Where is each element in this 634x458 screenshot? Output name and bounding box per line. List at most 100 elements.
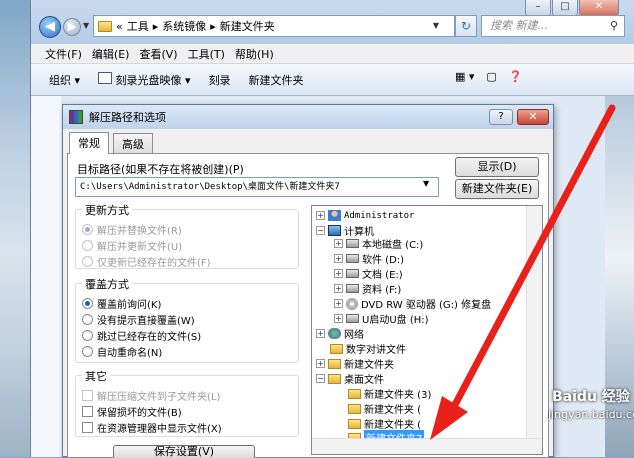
- menu-file[interactable]: 文件(F): [45, 46, 82, 62]
- radio-icon[interactable]: [82, 240, 93, 251]
- disc-icon: [98, 71, 113, 84]
- option-auto-rename[interactable]: 自动重命名(N): [82, 344, 162, 359]
- tree-node-desktop-files[interactable]: − 桌面文件: [316, 371, 384, 386]
- help-button[interactable]: ?: [489, 109, 513, 125]
- address-bar[interactable]: « 工具 ▸ 系统镜像 ▸ 新建文件夹: [93, 15, 455, 37]
- tree-node-drive-f[interactable]: + 资料 (F:): [334, 281, 401, 296]
- radio-icon[interactable]: [82, 256, 93, 267]
- drive-icon: [346, 284, 359, 293]
- search-placeholder: 搜索 新建...: [490, 19, 548, 32]
- expand-icon[interactable]: +: [334, 314, 343, 323]
- chevron-right-icon: ▸: [152, 19, 159, 33]
- refresh-button[interactable]: ↻: [455, 15, 477, 37]
- expand-icon[interactable]: +: [316, 211, 325, 220]
- target-path-label: 目标路径(如果不存在将被创建)(P): [77, 163, 244, 176]
- expand-icon[interactable]: +: [334, 239, 343, 248]
- drive-icon: [346, 239, 359, 248]
- expand-icon[interactable]: +: [334, 284, 343, 293]
- folder-icon: [348, 418, 361, 429]
- tree-node-network[interactable]: + 网络: [316, 326, 364, 341]
- target-path-input[interactable]: C:\Users\Administrator\Desktop\桌面文件\新建文件…: [75, 177, 439, 197]
- new-folder-button[interactable]: 新建文件夹: [249, 72, 304, 88]
- address-dropdown[interactable]: ▼: [427, 15, 445, 37]
- tab-general[interactable]: 常规: [69, 132, 109, 154]
- menu-help[interactable]: 帮助(H): [235, 46, 274, 62]
- tree-node-folder[interactable]: + 新建文件夹: [316, 356, 394, 371]
- breadcrumb-tools[interactable]: 工具: [127, 18, 149, 34]
- chevron-down-icon[interactable]: ▼: [423, 179, 429, 188]
- tree-node-folder[interactable]: 新建文件夹 (3): [348, 386, 431, 401]
- collapse-icon[interactable]: −: [316, 226, 325, 235]
- minimize-button[interactable]: –: [525, 0, 551, 16]
- option-extract-update[interactable]: 解压并更新文件(U): [82, 238, 182, 253]
- dvd-icon: [346, 297, 358, 310]
- vertical-scrollbar[interactable]: [526, 206, 542, 438]
- folder-icon: [348, 388, 361, 399]
- option-ask-before[interactable]: 覆盖前询问(K): [82, 296, 161, 311]
- other-options-group: 其它 解压压缩文件到子文件夹(L) 保留损坏的文件(B) 在资源管理器中显示文件…: [75, 368, 299, 437]
- organize-button[interactable]: 组织 ▾: [49, 72, 80, 88]
- folder-tree[interactable]: + Administrator − 计算机 + 本地磁盘 (C:) + 软件 (D:) …: [311, 205, 543, 455]
- tree-node-drive-h[interactable]: + U启动U盘 (H:): [334, 311, 429, 326]
- help-icon[interactable]: ❓: [509, 70, 523, 83]
- folder-icon: [348, 403, 361, 414]
- option-overwrite-silent[interactable]: 没有提示直接覆盖(W): [82, 312, 195, 327]
- radio-icon[interactable]: [82, 298, 93, 309]
- radio-icon[interactable]: [82, 330, 93, 341]
- folder-icon: [330, 343, 343, 354]
- tree-node-drive-d[interactable]: + 软件 (D:): [334, 251, 404, 266]
- menu-tools[interactable]: 工具(T): [188, 46, 225, 62]
- option-fresh-existing[interactable]: 仅更新已经存在的文件(F): [82, 254, 211, 269]
- expand-icon[interactable]: +: [334, 269, 343, 278]
- tree-node-drive-c[interactable]: + 本地磁盘 (C:): [334, 236, 423, 251]
- save-settings-button[interactable]: 保存设置(V): [113, 445, 255, 458]
- preview-pane-icon[interactable]: ▢: [486, 70, 496, 83]
- burn-button[interactable]: 刻录: [209, 72, 231, 88]
- radio-icon[interactable]: [82, 346, 93, 357]
- dialog-close-button[interactable]: ✕: [517, 109, 549, 125]
- checkbox-icon[interactable]: [82, 422, 93, 433]
- menu-edit[interactable]: 编辑(E): [92, 46, 130, 62]
- option-skip-existing[interactable]: 跳过已经存在的文件(S): [82, 328, 201, 343]
- maximize-button[interactable]: □: [552, 0, 578, 16]
- horizontal-scrollbar[interactable]: [312, 438, 542, 454]
- checkbox-icon[interactable]: [82, 390, 93, 401]
- tree-node-administrator[interactable]: + Administrator: [316, 210, 414, 221]
- expand-icon[interactable]: +: [334, 254, 343, 263]
- breadcrumb-system-image[interactable]: 系统镜像: [162, 18, 206, 34]
- forward-button[interactable]: ▶: [63, 18, 81, 36]
- tree-node-drive-g[interactable]: + DVD RW 驱动器 (G:) 修复盘: [334, 296, 491, 311]
- radio-icon[interactable]: [82, 224, 93, 235]
- recent-pages-dropdown[interactable]: ▼: [83, 21, 89, 30]
- burn-image-button[interactable]: 刻录光盘映像 ▾: [98, 71, 191, 88]
- search-icon[interactable]: ⚲: [610, 16, 618, 36]
- tree-node-folder[interactable]: 新建文件夹 (: [348, 416, 421, 431]
- extract-options-dialog: 解压路径和选项 ? ✕ 常规 高级 目标路径(如果不存在将被创建)(P) C:\…: [62, 104, 554, 458]
- expand-icon[interactable]: +: [316, 359, 325, 368]
- back-button[interactable]: ◀: [39, 16, 61, 38]
- tree-node-folder[interactable]: 新建文件夹 (: [348, 401, 421, 416]
- radio-icon[interactable]: [82, 314, 93, 325]
- checkbox-icon[interactable]: [82, 406, 93, 417]
- new-folder-button[interactable]: 新建文件夹(E): [455, 179, 539, 199]
- option-show-in-explorer[interactable]: 在资源管理器中显示文件(X): [82, 420, 222, 435]
- show-button[interactable]: 显示(D): [455, 157, 539, 177]
- tree-node-folder[interactable]: 数字对讲文件: [330, 341, 406, 356]
- views-icon[interactable]: ▦ ▾: [455, 70, 474, 83]
- group-title: 覆盖方式: [82, 276, 132, 292]
- option-keep-broken[interactable]: 保留损坏的文件(B): [82, 404, 182, 419]
- close-button[interactable]: ✕: [579, 0, 619, 16]
- option-extract-replace[interactable]: 解压并替换文件(R): [82, 222, 182, 237]
- drive-icon: [346, 269, 359, 278]
- breadcrumb-new-folder[interactable]: 新建文件夹: [220, 18, 275, 34]
- expand-icon[interactable]: +: [334, 299, 343, 308]
- search-input[interactable]: 搜索 新建... ⚲: [481, 15, 625, 37]
- tree-node-drive-e[interactable]: + 文档 (E:): [334, 266, 403, 281]
- tab-advanced[interactable]: 高级: [113, 133, 153, 153]
- address-prefix: «: [116, 19, 123, 33]
- baidu-watermark-url: jingyan.baidu.com: [548, 408, 634, 421]
- menu-view[interactable]: 查看(V): [139, 46, 177, 62]
- expand-icon[interactable]: +: [316, 329, 325, 338]
- option-extract-subfolder[interactable]: 解压压缩文件到子文件夹(L): [82, 388, 220, 403]
- collapse-icon[interactable]: −: [316, 374, 325, 383]
